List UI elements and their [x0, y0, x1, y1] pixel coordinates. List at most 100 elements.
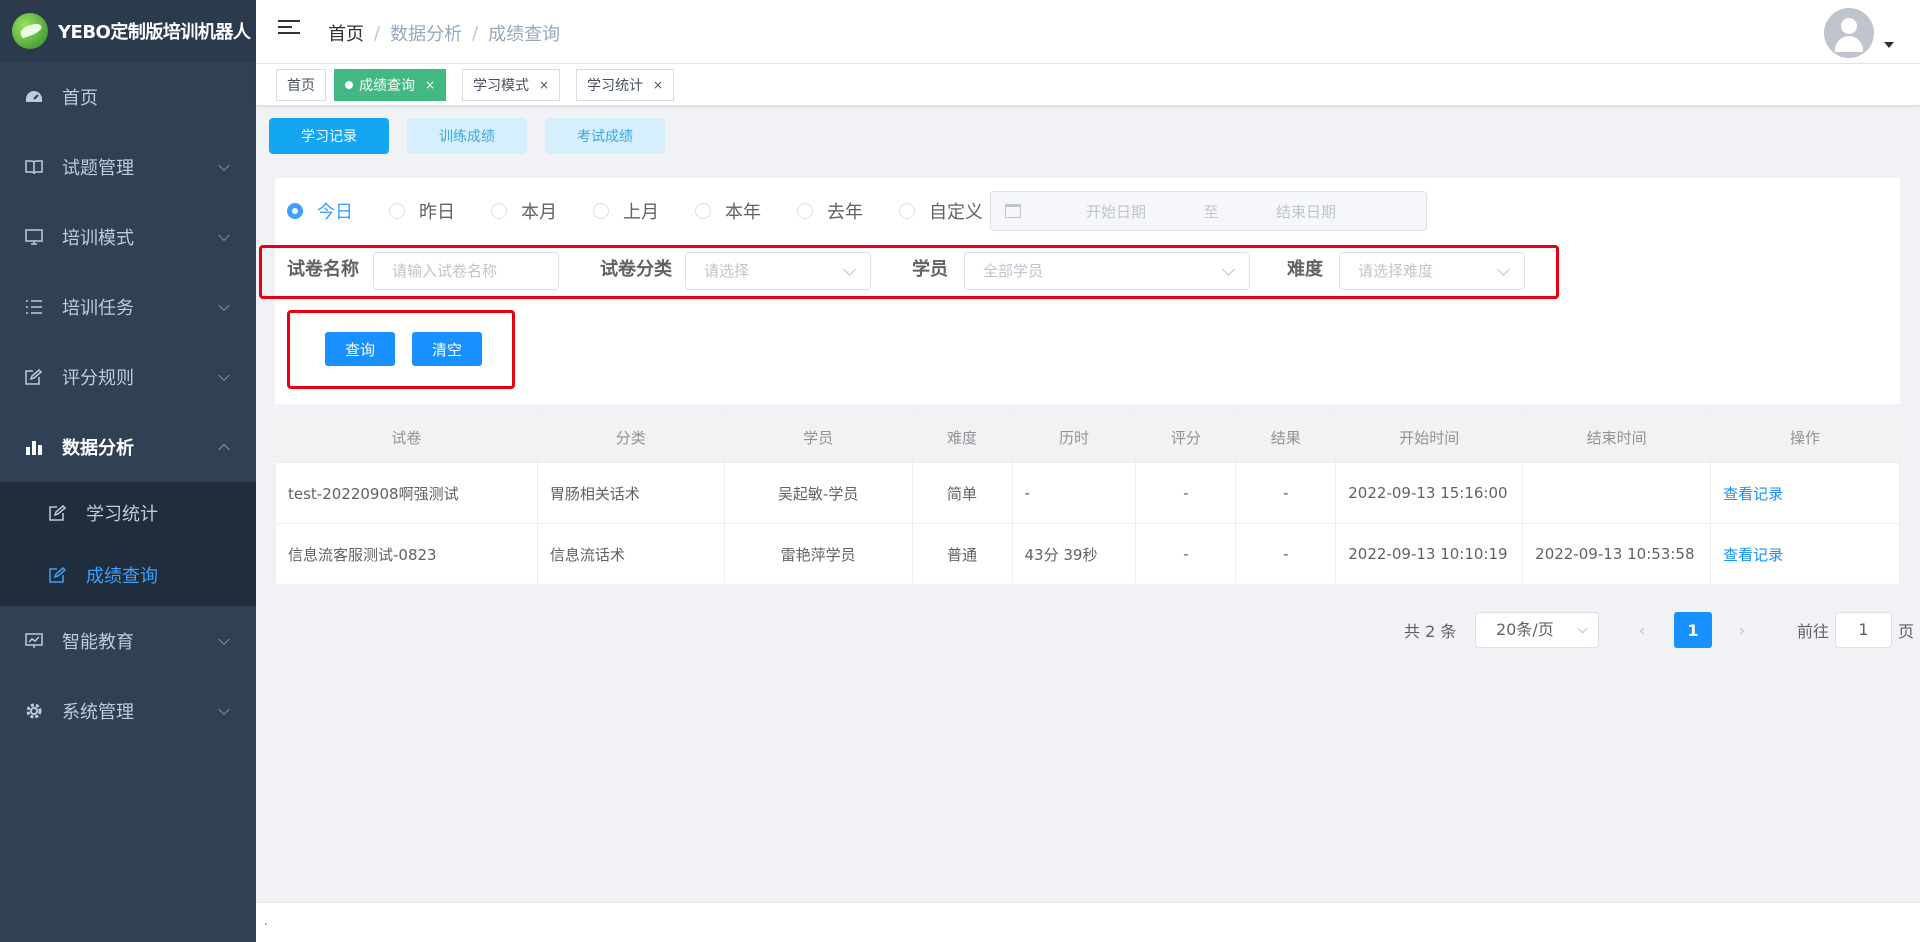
tag-label: 成绩查询 — [359, 78, 415, 94]
radio-today[interactable]: 今日 — [287, 198, 353, 224]
radio-yesterday[interactable]: 昨日 — [389, 198, 455, 224]
table-row: 信息流客服测试-0823 信息流话术 雷艳萍学员 普通 43分 39秒 - - … — [275, 523, 1900, 585]
col-header-student: 学员 — [723, 412, 913, 463]
radio-label: 上月 — [623, 202, 659, 223]
cell-end-time: 2022-09-13 10:53:58 — [1522, 523, 1712, 585]
date-radio-group: 今日 昨日 本月 上月 本年 去年 自定义 — [287, 198, 1019, 224]
records-table: 试卷 分类 学员 难度 历时 评分 结果 开始时间 结束时间 操作 test-2… — [275, 412, 1900, 585]
chevron-down-icon — [218, 229, 230, 242]
breadcrumb-home[interactable]: 首页 — [328, 20, 364, 46]
monitor-icon — [24, 227, 44, 247]
goto-page-input[interactable]: 1 — [1835, 612, 1892, 648]
radio-custom[interactable]: 自定义 — [899, 198, 983, 224]
active-dot-icon — [345, 81, 353, 89]
col-header-result: 结果 — [1235, 412, 1337, 463]
footer: . — [256, 902, 1920, 942]
tag-study-stats[interactable]: 学习统计 × — [576, 69, 675, 101]
tab-study-record[interactable]: 学习记录 — [269, 118, 389, 154]
date-range-picker[interactable]: 开始日期 至 结束日期 — [990, 191, 1427, 231]
sidebar-item-home[interactable]: 首页 — [0, 62, 256, 132]
cell-paper: 信息流客服测试-0823 — [275, 523, 538, 585]
radio-circle[interactable] — [695, 203, 711, 219]
close-icon[interactable]: × — [539, 78, 549, 92]
cell-score: - — [1135, 523, 1237, 585]
view-record-link[interactable]: 查看记录 — [1723, 485, 1783, 503]
prev-page-icon[interactable]: ‹ — [1632, 612, 1652, 648]
logo-icon — [12, 13, 48, 49]
caret-down-icon[interactable] — [1884, 42, 1894, 48]
tag-label: 首页 — [287, 78, 315, 94]
edit-icon — [24, 367, 44, 387]
radio-circle[interactable] — [389, 203, 405, 219]
date-end-input[interactable]: 结束日期 — [1251, 201, 1361, 222]
chevron-down-icon — [218, 369, 230, 382]
radio-circle[interactable] — [491, 203, 507, 219]
tag-study-mode[interactable]: 学习模式 × — [462, 69, 561, 101]
sidebar-item-training-mode[interactable]: 培训模式 — [0, 202, 256, 272]
col-header-paper: 试卷 — [275, 412, 538, 463]
radio-label: 本月 — [521, 202, 557, 223]
sidebar-item-system[interactable]: 系统管理 — [0, 676, 256, 746]
tag-label: 学习模式 — [473, 78, 529, 94]
highlight-box-buttons — [287, 310, 515, 389]
col-header-actions: 操作 — [1710, 412, 1900, 463]
sidebar-item-scoring-rules[interactable]: 评分规则 — [0, 342, 256, 412]
breadcrumb-separator: / — [472, 22, 479, 44]
next-page-icon[interactable]: › — [1732, 612, 1752, 648]
sidebar-item-study-stats[interactable]: 学习统计 — [0, 482, 256, 544]
radio-last-month[interactable]: 上月 — [593, 198, 659, 224]
sidebar-item-smart-education[interactable]: 智能教育 — [0, 606, 256, 676]
cell-difficulty: 普通 — [911, 523, 1013, 585]
cell-duration: - — [1011, 462, 1137, 524]
chevron-down-icon — [218, 299, 230, 312]
page-size-value: 20条/页 — [1496, 620, 1554, 639]
cell-paper: test-20220908啊强测试 — [275, 462, 538, 524]
chevron-down-icon — [218, 633, 230, 646]
radio-label: 本年 — [725, 202, 761, 223]
radio-circle[interactable] — [899, 203, 915, 219]
hamburger-icon[interactable] — [278, 20, 300, 40]
avatar[interactable] — [1824, 8, 1874, 58]
sidebar-item-questions[interactable]: 试题管理 — [0, 132, 256, 202]
sidebar-item-label: 学习统计 — [86, 504, 158, 525]
cell-start-time: 2022-09-13 10:10:19 — [1335, 523, 1524, 585]
edit-icon — [48, 503, 68, 523]
radio-circle[interactable] — [593, 203, 609, 219]
logo[interactable]: YEBO定制版培训机器人 — [0, 0, 256, 62]
bar-chart-icon — [24, 437, 44, 457]
page-number-current[interactable]: 1 — [1674, 612, 1712, 648]
radio-last-year[interactable]: 去年 — [797, 198, 863, 224]
tab-exam-score[interactable]: 考试成绩 — [545, 118, 665, 154]
sidebar: YEBO定制版培训机器人 首页 试题管理 培训模式 培训任务 评分规则 数据分析… — [0, 0, 256, 942]
cell-duration: 43分 39秒 — [1011, 523, 1137, 585]
gear-icon — [24, 701, 44, 721]
sidebar-item-training-task[interactable]: 培训任务 — [0, 272, 256, 342]
close-icon[interactable]: × — [425, 78, 435, 92]
book-icon — [24, 157, 44, 177]
tab-training-score[interactable]: 训练成绩 — [407, 118, 527, 154]
close-icon[interactable]: × — [653, 78, 663, 92]
radio-this-month[interactable]: 本月 — [491, 198, 557, 224]
date-start-input[interactable]: 开始日期 — [1061, 201, 1171, 222]
col-header-duration: 历时 — [1011, 412, 1137, 463]
presentation-icon — [24, 631, 44, 651]
view-record-link[interactable]: 查看记录 — [1723, 546, 1783, 564]
tag-score-query[interactable]: 成绩查询 × — [334, 69, 447, 101]
sidebar-item-data-analysis[interactable]: 数据分析 — [0, 412, 256, 482]
cell-actions: 查看记录 — [1710, 462, 1900, 524]
highlight-box-fields — [259, 245, 1559, 299]
sidebar-item-label: 数据分析 — [62, 438, 134, 459]
page-size-select[interactable]: 20条/页 — [1475, 612, 1599, 648]
col-header-score: 评分 — [1135, 412, 1237, 463]
list-icon — [24, 297, 44, 317]
tag-home[interactable]: 首页 — [276, 69, 326, 101]
sidebar-item-score-query[interactable]: 成绩查询 — [0, 544, 256, 606]
calendar-icon — [1005, 204, 1021, 218]
sidebar-item-label: 智能教育 — [62, 632, 134, 653]
radio-circle[interactable] — [287, 203, 303, 219]
radio-this-year[interactable]: 本年 — [695, 198, 761, 224]
col-header-category: 分类 — [536, 412, 725, 463]
cell-result: - — [1235, 462, 1337, 524]
chevron-down-icon — [1577, 623, 1588, 634]
radio-circle[interactable] — [797, 203, 813, 219]
